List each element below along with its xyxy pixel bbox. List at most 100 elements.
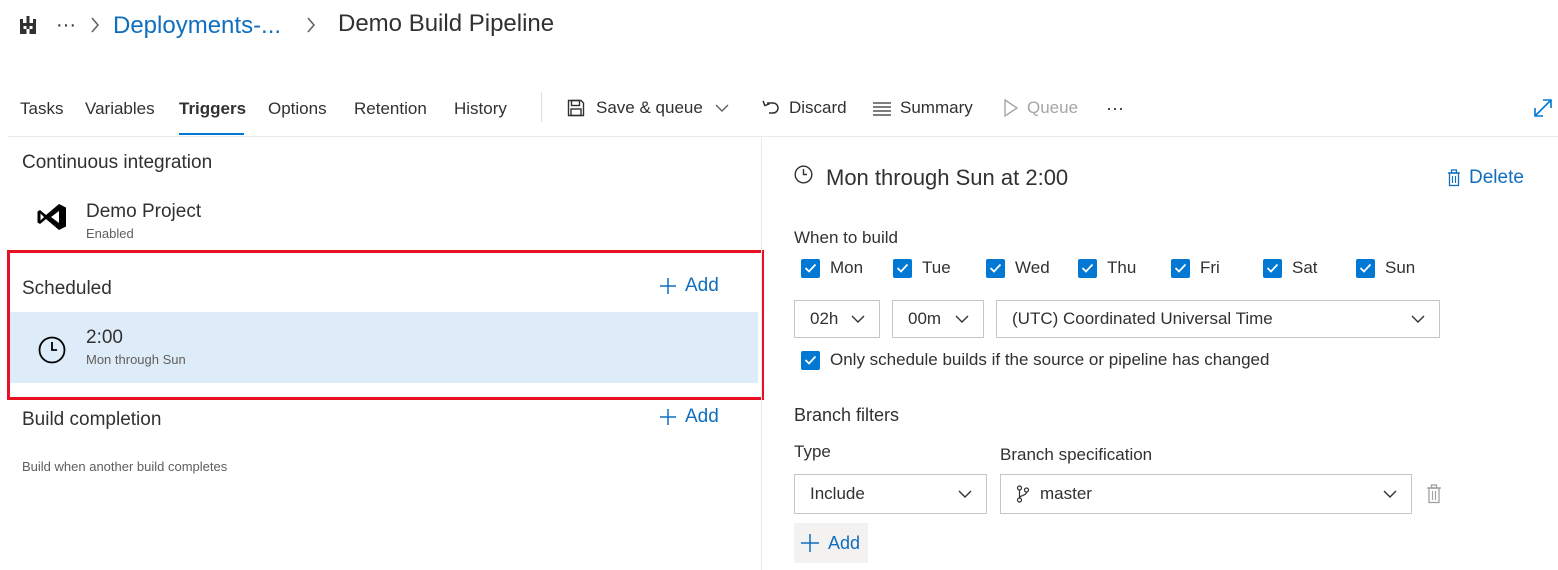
active-tab-indicator	[179, 133, 244, 135]
branch-filter-add-label: Add	[828, 532, 861, 553]
day-checkbox-tue[interactable]: Tue	[893, 258, 951, 278]
plus-icon	[659, 277, 677, 295]
day-checkbox-fri[interactable]: Fri	[1171, 258, 1220, 278]
build-completion-desc: Build when another build completes	[22, 459, 228, 474]
schedule-days: Mon through Sun	[86, 352, 186, 367]
discard-label: Discard	[789, 98, 847, 117]
plus-icon	[659, 408, 677, 426]
schedule-header: Mon through Sun at 2:00	[826, 165, 1069, 190]
checkbox-checked-icon	[1356, 258, 1375, 278]
chevron-down-icon	[1411, 314, 1425, 324]
toolbar-more-button[interactable]: ···	[1106, 96, 1124, 120]
checkbox-checked-icon	[986, 258, 1005, 278]
ci-item-status: Enabled	[86, 226, 134, 241]
type-select[interactable]: Include	[794, 474, 987, 514]
only-if-changed-label: Only schedule builds if the source or pi…	[830, 350, 1270, 369]
save-queue-label: Save & queue	[596, 98, 703, 117]
page-title: Demo Build Pipeline	[338, 10, 555, 37]
summary-label: Summary	[900, 98, 973, 117]
queue-label: Queue	[1027, 98, 1079, 117]
discard-button[interactable]: Discard	[761, 96, 847, 120]
branch-filter-add-button[interactable]: Add	[794, 523, 868, 563]
tab-tasks[interactable]: Tasks	[20, 97, 63, 121]
build-completion-title: Build completion	[22, 409, 162, 430]
scheduled-add-button[interactable]: Add	[659, 275, 719, 297]
scheduled-section-title: Scheduled	[22, 278, 112, 299]
expand-icon[interactable]	[1532, 97, 1554, 119]
tab-history[interactable]: History	[454, 97, 507, 121]
day-checkbox-wed[interactable]: Wed	[986, 258, 1050, 278]
day-label: Sun	[1385, 258, 1416, 277]
trash-icon[interactable]	[1426, 484, 1442, 504]
tab-options[interactable]: Options	[268, 97, 327, 121]
day-label: Wed	[1015, 258, 1050, 277]
clock-icon	[38, 336, 66, 364]
build-completion-add-label: Add	[685, 406, 719, 427]
checkbox-checked-icon	[1171, 258, 1190, 278]
day-checkbox-mon[interactable]: Mon	[801, 258, 863, 278]
chevron-right-icon	[89, 15, 101, 35]
schedule-time: 2:00	[86, 327, 123, 348]
tab-retention[interactable]: Retention	[354, 97, 427, 121]
list-icon	[872, 98, 892, 118]
type-label: Type	[794, 442, 831, 461]
day-checkbox-sun[interactable]: Sun	[1356, 258, 1415, 278]
tab-variables[interactable]: Variables	[85, 97, 155, 121]
toolbar-bottom-border	[8, 136, 1558, 137]
play-icon	[1003, 98, 1019, 118]
branch-spec-label: Branch specification	[1000, 445, 1153, 464]
day-label: Fri	[1200, 258, 1220, 277]
checkbox-checked-icon	[801, 258, 820, 278]
day-label: Tue	[922, 258, 951, 277]
save-icon	[566, 98, 586, 118]
delete-button[interactable]: Delete	[1447, 167, 1524, 189]
tab-triggers[interactable]: Triggers	[179, 97, 246, 121]
undo-icon	[761, 98, 781, 118]
summary-button[interactable]: Summary	[872, 96, 973, 120]
chevron-down-icon	[715, 103, 729, 113]
checkbox-checked-icon	[1078, 258, 1097, 278]
castle-icon[interactable]	[18, 15, 38, 35]
save-queue-button[interactable]: Save & queue	[566, 96, 729, 120]
queue-button[interactable]: Queue	[1003, 96, 1078, 120]
breadcrumb-parent-link[interactable]: Deployments-...	[113, 11, 281, 41]
scheduled-add-label: Add	[685, 275, 719, 296]
ci-section-title: Continuous integration	[22, 152, 213, 173]
trash-icon	[1447, 169, 1461, 187]
panel-divider	[761, 137, 762, 570]
hour-value: 02h	[810, 309, 839, 328]
day-label: Mon	[830, 258, 864, 277]
chevron-right-icon	[305, 15, 317, 35]
timezone-value: (UTC) Coordinated Universal Time	[1012, 309, 1273, 328]
minute-value: 00m	[908, 309, 942, 328]
branch-filters-title: Branch filters	[794, 405, 900, 425]
checkbox-checked-icon	[893, 258, 912, 278]
type-value: Include	[810, 484, 865, 503]
day-checkbox-sat[interactable]: Sat	[1263, 258, 1318, 278]
ci-item-name[interactable]: Demo Project	[86, 200, 201, 224]
timezone-select[interactable]: (UTC) Coordinated Universal Time	[996, 300, 1440, 338]
branch-select[interactable]: master	[1000, 474, 1412, 514]
breadcrumb-more-button[interactable]: ···	[56, 10, 76, 40]
branch-value: master	[1040, 484, 1092, 503]
branch-icon	[1016, 485, 1030, 503]
day-label: Thu	[1107, 258, 1137, 277]
build-completion-add-button[interactable]: Add	[659, 406, 719, 428]
chevron-down-icon	[958, 489, 972, 499]
delete-label: Delete	[1469, 167, 1524, 188]
chevron-down-icon	[955, 314, 969, 324]
toolbar-divider	[541, 92, 542, 122]
visual-studio-icon	[36, 201, 68, 233]
day-checkbox-thu[interactable]: Thu	[1078, 258, 1136, 278]
day-label: Sat	[1292, 258, 1318, 277]
clock-icon	[794, 165, 813, 184]
only-if-changed-checkbox[interactable]: Only schedule builds if the source or pi…	[801, 350, 1269, 370]
checkbox-checked-icon	[1263, 258, 1282, 278]
chevron-down-icon	[851, 314, 865, 324]
chevron-down-icon	[1383, 489, 1397, 499]
minute-select[interactable]: 00m	[892, 300, 984, 338]
checkbox-checked-icon	[801, 350, 820, 370]
plus-icon	[800, 533, 820, 553]
when-to-build-label: When to build	[794, 228, 898, 247]
hour-select[interactable]: 02h	[794, 300, 880, 338]
